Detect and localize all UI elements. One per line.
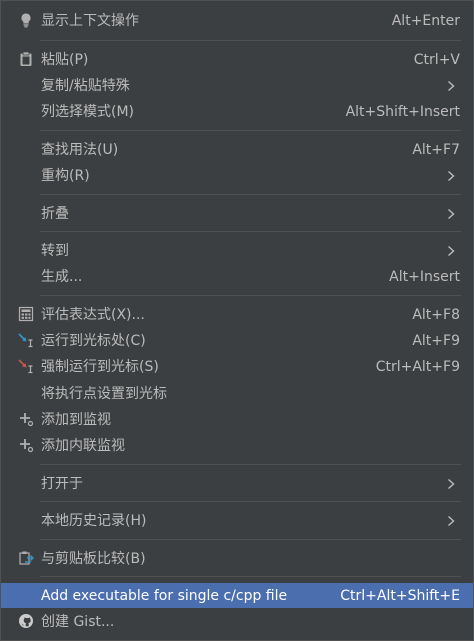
- menu-item-label: 查找用法(U): [41, 142, 119, 158]
- calculator-icon: [18, 306, 34, 322]
- menu-item-copy-paste-special[interactable]: 复制/粘贴特殊: [1, 73, 473, 98]
- lightbulb-icon: [18, 12, 34, 28]
- add-watch-icon: [18, 411, 34, 427]
- menu-item-evaluate-expression[interactable]: 评估表达式(X)... Alt+F8: [1, 302, 473, 327]
- menu-item-shortcut: Alt+F8: [412, 307, 460, 323]
- menu-item-set-execution-point[interactable]: 将执行点设置到光标: [1, 381, 473, 406]
- clipboard-icon: [18, 51, 34, 67]
- menu-item-label: 将执行点设置到光标: [41, 386, 167, 402]
- chevron-right-icon: [448, 245, 455, 257]
- menu-item-label: 添加内联监视: [41, 438, 125, 454]
- menu-item-label: 重构(R): [41, 168, 90, 184]
- menu-item-label: 生成...: [41, 269, 83, 285]
- menu-item-add-to-watches[interactable]: 添加到监视: [1, 407, 473, 432]
- menu-item-label: 本地历史记录(H): [41, 513, 147, 529]
- menu-item-label: 折叠: [41, 206, 69, 222]
- separator: [40, 464, 461, 465]
- chevron-right-icon: [448, 170, 455, 182]
- menu-item-find-usages[interactable]: 查找用法(U) Alt+F7: [1, 137, 473, 162]
- separator: [40, 40, 461, 41]
- menu-item-local-history[interactable]: 本地历史记录(H): [1, 508, 473, 533]
- chevron-right-icon: [448, 478, 455, 490]
- menu-item-label: 显示上下文操作: [41, 13, 139, 29]
- menu-item-shortcut: Ctrl+Alt+Shift+E: [340, 588, 460, 604]
- menu-item-refactor[interactable]: 重构(R): [1, 163, 473, 188]
- menu-item-force-run-to-cursor[interactable]: 强制运行到光标(S) Ctrl+Alt+F9: [1, 354, 473, 379]
- menu-item-shortcut: Ctrl+Alt+F9: [375, 359, 460, 375]
- menu-item-column-selection-mode[interactable]: 列选择模式(M) Alt+Shift+Insert: [1, 99, 473, 124]
- separator: [40, 539, 461, 540]
- menu-item-shortcut: Alt+F7: [412, 142, 460, 158]
- menu-item-add-executable[interactable]: Add executable for single c/cpp file Ctr…: [1, 583, 473, 608]
- menu-item-label: 与剪贴板比较(B): [41, 551, 146, 567]
- context-menu: 显示上下文操作 Alt+Enter 粘贴(P) Ctrl+V 复制/粘贴特殊 列…: [0, 0, 474, 641]
- chevron-right-icon: [448, 80, 455, 92]
- menu-item-shortcut: Alt+F9: [412, 333, 460, 349]
- menu-item-paste[interactable]: 粘贴(P) Ctrl+V: [1, 47, 473, 72]
- run-to-cursor-icon: [18, 332, 34, 348]
- add-inline-watch-icon: [18, 437, 34, 453]
- menu-item-label: 强制运行到光标(S): [41, 359, 159, 375]
- menu-item-label: 转到: [41, 243, 69, 259]
- menu-item-label: 打开于: [41, 476, 83, 492]
- menu-item-label: 创建 Gist...: [41, 614, 115, 630]
- compare-clipboard-icon: [18, 550, 34, 566]
- separator: [40, 576, 461, 577]
- menu-item-label: 复制/粘贴特殊: [41, 78, 130, 94]
- menu-item-generate[interactable]: 生成... Alt+Insert: [1, 264, 473, 289]
- menu-item-label: Add executable for single c/cpp file: [41, 588, 288, 604]
- separator: [40, 130, 461, 131]
- menu-item-label: 评估表达式(X)...: [41, 307, 145, 323]
- github-icon: [18, 613, 34, 629]
- menu-item-show-context-actions[interactable]: 显示上下文操作 Alt+Enter: [1, 8, 473, 33]
- menu-item-label: 列选择模式(M): [41, 104, 135, 120]
- menu-item-folding[interactable]: 折叠: [1, 201, 473, 226]
- separator: [40, 501, 461, 502]
- menu-item-shortcut: Alt+Shift+Insert: [345, 104, 460, 120]
- menu-item-compare-with-clipboard[interactable]: 与剪贴板比较(B): [1, 546, 473, 571]
- menu-item-create-gist[interactable]: 创建 Gist...: [1, 609, 473, 634]
- separator: [40, 295, 461, 296]
- menu-item-shortcut: Alt+Enter: [391, 13, 460, 29]
- menu-item-run-to-cursor[interactable]: 运行到光标处(C) Alt+F9: [1, 328, 473, 353]
- menu-item-shortcut: Ctrl+V: [413, 52, 460, 68]
- menu-item-label: 运行到光标处(C): [41, 333, 146, 349]
- menu-item-open-in[interactable]: 打开于: [1, 471, 473, 496]
- force-run-to-cursor-icon: [18, 358, 34, 374]
- menu-item-add-inline-watch[interactable]: 添加内联监视: [1, 433, 473, 458]
- chevron-right-icon: [448, 208, 455, 220]
- separator: [40, 194, 461, 195]
- menu-item-label: 粘贴(P): [41, 52, 89, 68]
- chevron-right-icon: [448, 515, 455, 527]
- menu-item-shortcut: Alt+Insert: [389, 269, 460, 285]
- menu-item-go-to[interactable]: 转到: [1, 238, 473, 263]
- menu-item-label: 添加到监视: [41, 412, 111, 428]
- separator: [40, 231, 461, 232]
